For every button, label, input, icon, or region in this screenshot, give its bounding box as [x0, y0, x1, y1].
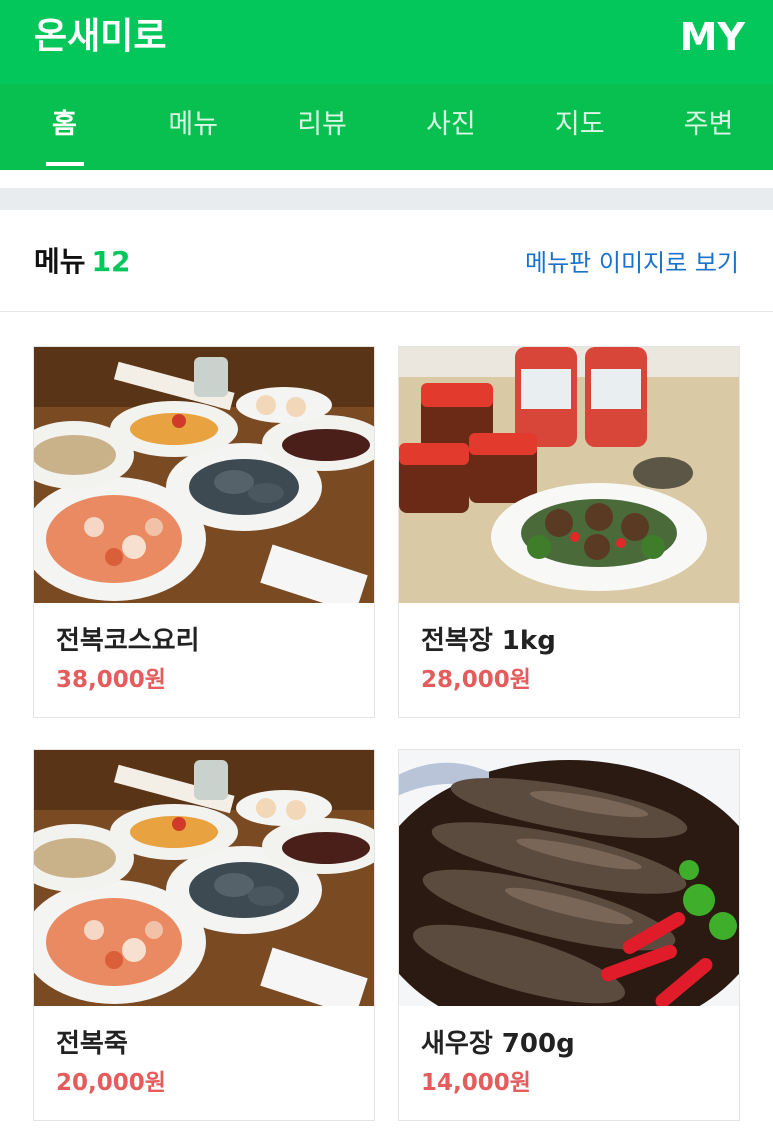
tab-nearby[interactable]: 주변: [644, 84, 773, 170]
menu-item-card[interactable]: 새우장 700g 14,000원: [398, 749, 740, 1121]
menu-item-name: 전복장 1kg: [421, 626, 556, 656]
menu-item-name: 새우장 700g: [421, 1029, 575, 1059]
tab-reviews[interactable]: 리뷰: [258, 84, 387, 170]
abalone-course-photo: [34, 347, 374, 603]
menu-item-card[interactable]: 전복죽 20,000원: [33, 749, 375, 1121]
tab-map[interactable]: 지도: [515, 84, 644, 170]
menu-item-price: 20,000원: [56, 1070, 166, 1096]
menu-item-card[interactable]: 전복장 1kg 28,000원: [398, 346, 740, 718]
menu-item-name: 전복죽: [56, 1029, 128, 1059]
menu-label: 메뉴: [34, 245, 86, 278]
menu-item-card[interactable]: 전복코스요리 38,000원: [33, 346, 375, 718]
tab-bar: 홈 메뉴 리뷰 사진 지도 주변: [0, 84, 773, 170]
my-button[interactable]: MY: [680, 14, 745, 60]
menu-board-image-link[interactable]: 메뉴판 이미지로 보기: [525, 246, 739, 280]
menu-item-price: 14,000원: [421, 1070, 531, 1096]
menu-item-price: 38,000원: [56, 667, 166, 693]
menu-item-name: 전복코스요리: [56, 626, 200, 656]
tab-menu[interactable]: 메뉴: [129, 84, 258, 170]
abalone-jars-photo: [399, 347, 739, 603]
menu-count: 12: [91, 245, 131, 278]
abalone-porridge-photo: [34, 750, 374, 1006]
marinated-shrimp-photo: [399, 750, 739, 1006]
menu-section-header: 메뉴 12 메뉴판 이미지로 보기: [0, 210, 773, 312]
tab-photos[interactable]: 사진: [386, 84, 515, 170]
app-header: 온새미로 MY: [0, 0, 773, 84]
menu-item-price: 28,000원: [421, 667, 531, 693]
section-divider: [0, 170, 773, 210]
menu-section-title: 메뉴 12: [34, 244, 131, 280]
restaurant-name: 온새미로: [34, 16, 167, 57]
tab-home[interactable]: 홈: [0, 84, 129, 170]
